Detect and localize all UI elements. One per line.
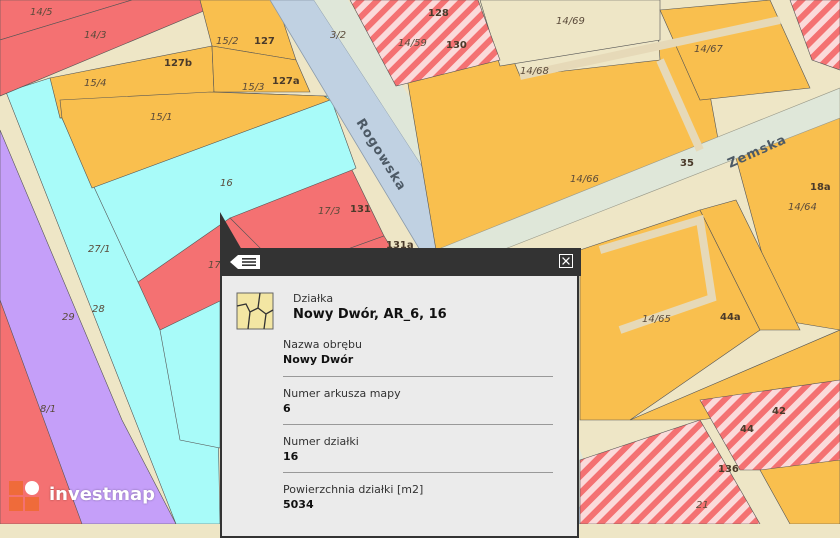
logo-text: investmap — [49, 484, 156, 505]
close-icon[interactable] — [559, 254, 573, 268]
plot-label: 14/67 — [694, 44, 723, 55]
address-label: 44a — [720, 312, 741, 323]
plot-label: 14/59 — [398, 38, 427, 49]
address-label: 127b — [164, 58, 192, 69]
popup-kind: Działka — [293, 292, 334, 305]
parcel-icon — [236, 292, 274, 330]
popup-pointer — [220, 212, 242, 250]
address-label: 35 — [680, 158, 694, 169]
plot-label: 16 — [220, 178, 233, 189]
field-divider — [283, 376, 553, 377]
field-divider — [283, 424, 553, 425]
popup-title: Nowy Dwór, AR_6, 16 — [293, 307, 447, 322]
address-label: 127 — [254, 36, 275, 47]
plot-label: 29 — [62, 312, 75, 323]
plot-label: 14/66 — [570, 174, 599, 185]
address-label: 127a — [272, 76, 300, 87]
plot-label: 28 — [92, 304, 105, 315]
field-value: Nowy Dwór — [283, 353, 354, 366]
field-label: Numer arkusza mapy — [283, 387, 401, 400]
plot-label: 3/2 — [330, 30, 346, 41]
address-label: 42 — [772, 406, 786, 417]
logo-mark-icon — [9, 481, 39, 511]
plot-label: 14/69 — [556, 16, 585, 27]
plot-label: 14/5 — [30, 7, 52, 18]
address-label: 136 — [718, 464, 739, 475]
field-value: 6 — [283, 402, 291, 415]
plot-label: 14/64 — [788, 202, 817, 213]
field-arkusz: Numer arkusza mapy 6 — [283, 387, 553, 416]
address-label: 131 — [350, 204, 371, 215]
plot-label: 14/68 — [520, 66, 549, 77]
address-label: 18a — [810, 182, 831, 193]
list-icon[interactable] — [230, 255, 260, 269]
plot-label: 15/1 — [150, 112, 172, 123]
address-label: 128 — [428, 8, 449, 19]
field-numer: Numer działki 16 — [283, 435, 553, 464]
plot-label: 8/1 — [40, 404, 56, 415]
plot-label: 15/2 — [216, 36, 238, 47]
field-powierzchnia: Powierzchnia działki [m2] 5034 — [283, 483, 553, 512]
plot-label: 27/1 — [88, 244, 110, 255]
plot-info-popup: Działka Nowy Dwór, AR_6, 16 Nazwa obrębu… — [220, 248, 581, 538]
plot-label: 15/4 — [84, 78, 106, 89]
field-divider — [283, 472, 553, 473]
field-value: 5034 — [283, 498, 314, 511]
address-label: 130 — [446, 40, 467, 51]
field-label: Powierzchnia działki [m2] — [283, 483, 424, 496]
plot-label: 21 — [696, 500, 709, 511]
plot-label: 14/65 — [642, 314, 671, 325]
address-label: 44 — [740, 424, 754, 435]
plot-label: 14/3 — [84, 30, 106, 41]
field-obreb: Nazwa obrębu Nowy Dwór — [283, 338, 553, 367]
field-value: 16 — [283, 450, 299, 463]
plot-label: 15/3 — [242, 82, 264, 93]
popup-header — [220, 248, 581, 276]
field-label: Numer działki — [283, 435, 359, 448]
plot-label: 17/3 — [318, 206, 340, 217]
field-label: Nazwa obrębu — [283, 338, 362, 351]
